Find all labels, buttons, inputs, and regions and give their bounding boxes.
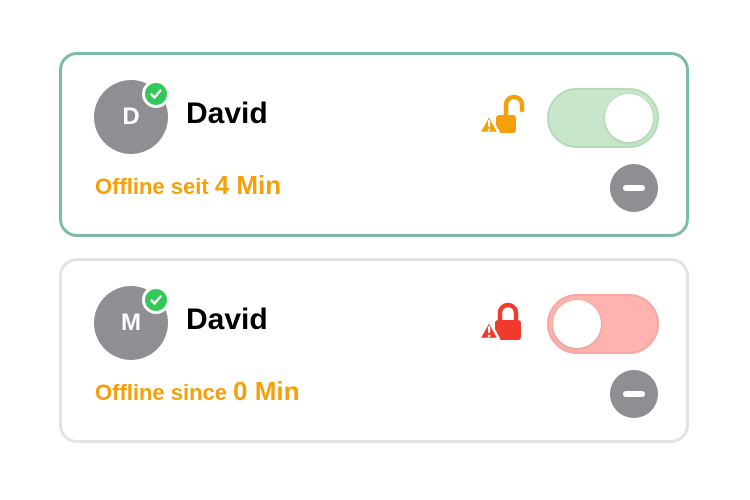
status-toggle[interactable] [547,294,659,354]
user-card: D David Offline seit 4 Min [59,52,689,237]
status-label: Offline seit [95,174,209,199]
status-toggle[interactable] [547,88,659,148]
remove-button[interactable] [610,164,658,212]
status-value: 0 Min [233,376,300,406]
status-value: 4 Min [214,170,282,200]
user-name: David [186,97,268,130]
avatar-initial: M [121,309,141,336]
avatar-initial: D [122,103,140,130]
toggle-knob [553,300,601,348]
status-text: Offline since 0 Min [95,376,300,407]
lock-warning-icon [477,299,530,345]
unlock-warning-icon [477,93,530,139]
check-badge-icon [142,80,170,108]
remove-button[interactable] [610,370,658,418]
minus-circle-icon [623,391,645,397]
user-name: David [186,303,268,336]
status-text: Offline seit 4 Min [95,170,281,201]
toggle-knob [605,94,653,142]
minus-circle-icon [623,185,645,191]
user-card: M David Offline since 0 Min [59,258,689,443]
status-label: Offline since [95,380,228,405]
check-badge-icon [142,286,170,314]
